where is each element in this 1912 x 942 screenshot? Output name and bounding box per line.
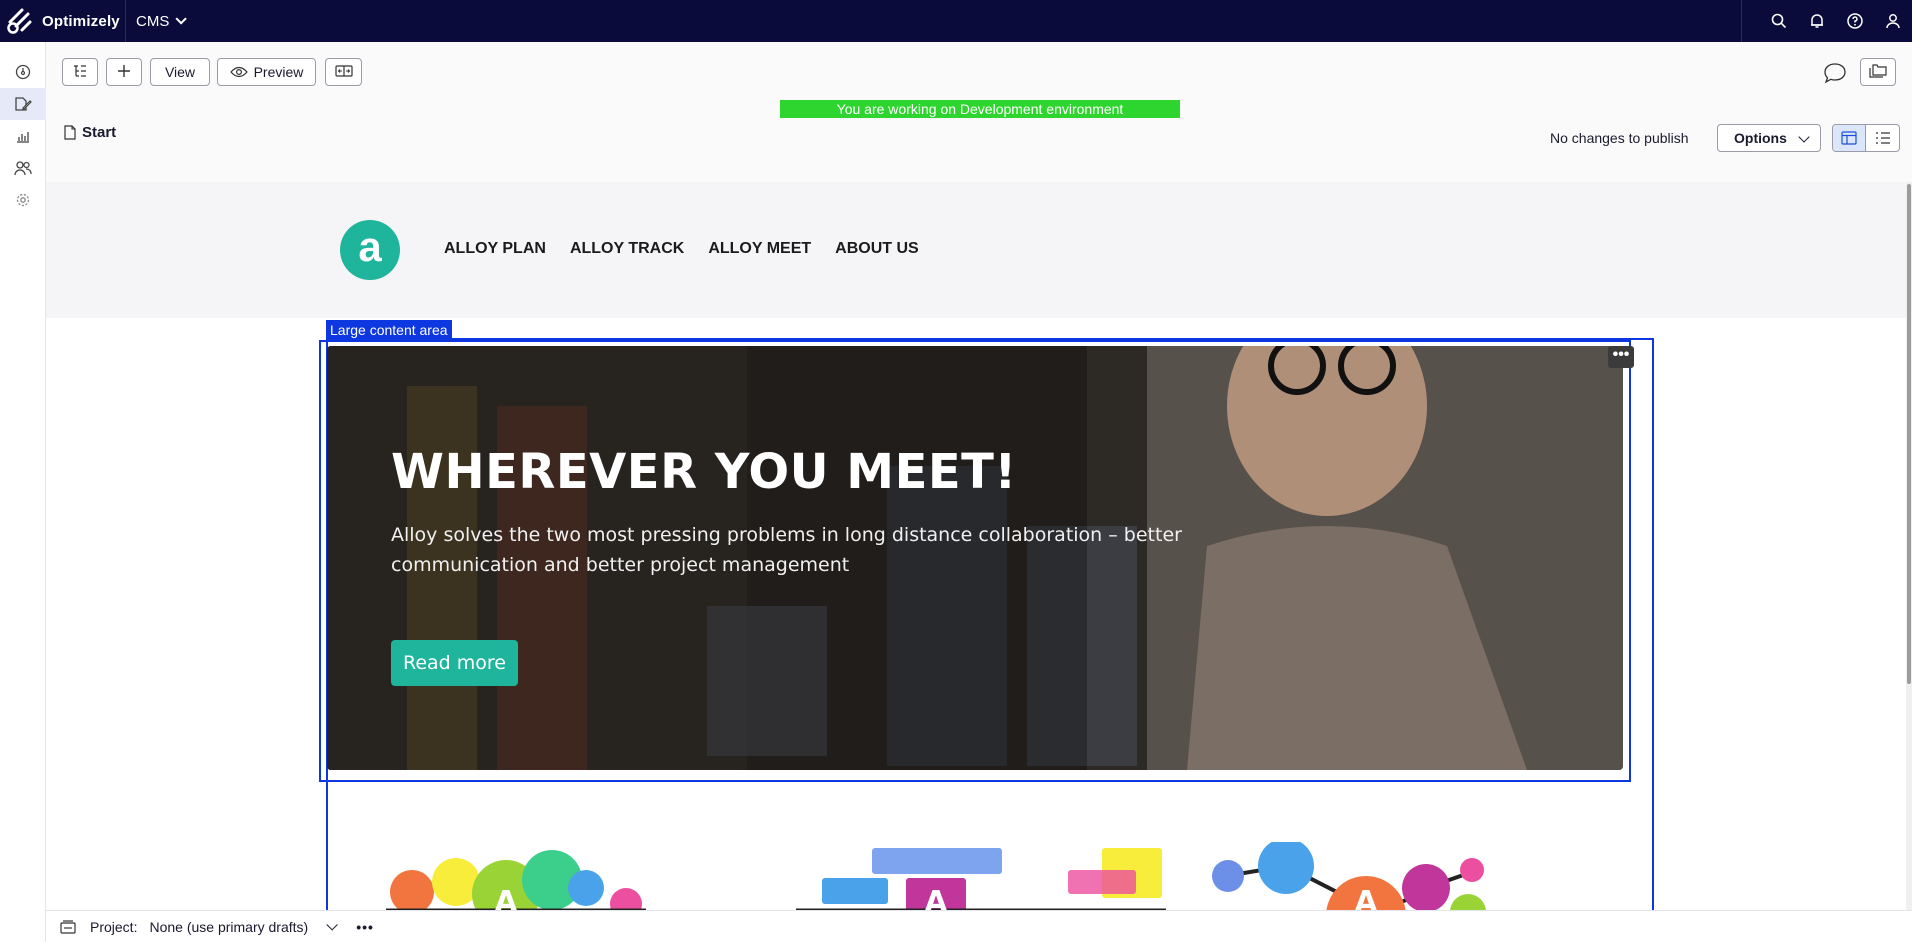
svg-text:A: A xyxy=(924,885,948,910)
global-actions xyxy=(1741,0,1912,42)
help-icon[interactable] xyxy=(1836,0,1874,42)
svg-text:A: A xyxy=(1354,885,1378,910)
nav-item-alloy-plan[interactable]: ALLOY PLAN xyxy=(444,240,546,258)
project-bar: Project: None (use primary drafts) ••• xyxy=(46,910,1912,942)
dashboard-icon[interactable] xyxy=(0,56,46,88)
bell-icon[interactable] xyxy=(1798,0,1836,42)
app-switcher[interactable]: CMS xyxy=(126,12,188,30)
preview-button[interactable]: Preview xyxy=(217,58,316,86)
app-name: CMS xyxy=(136,12,170,30)
options-label: Options xyxy=(1734,130,1787,146)
chevron-down-icon[interactable] xyxy=(326,918,338,931)
add-content-button[interactable] xyxy=(106,58,142,86)
page-tree-icon xyxy=(72,64,88,81)
project-selector[interactable]: None (use primary drafts) xyxy=(149,919,308,935)
content-area-label: Large content area xyxy=(326,320,452,340)
plan-illustration: A xyxy=(386,850,646,910)
project-icon xyxy=(60,919,76,934)
brand-name: Optimizely xyxy=(42,12,120,30)
compare-icon xyxy=(334,64,353,80)
nav-item-about-us[interactable]: ABOUT US xyxy=(835,240,919,258)
options-button[interactable]: Options xyxy=(1717,124,1821,152)
alloy-logo[interactable]: a xyxy=(340,220,400,280)
publish-status: No changes to publish xyxy=(1550,130,1689,146)
view-button[interactable]: View xyxy=(150,58,210,86)
folders-icon xyxy=(1869,63,1887,81)
page-icon xyxy=(64,125,76,140)
breadcrumb: Start xyxy=(64,124,116,141)
more-options-icon[interactable]: ••• xyxy=(356,919,374,935)
all-properties-icon[interactable] xyxy=(1866,125,1899,151)
user-icon[interactable] xyxy=(1874,0,1912,42)
left-rail xyxy=(0,42,46,942)
view-mode-toggle xyxy=(1832,124,1900,152)
nav-item-alloy-track[interactable]: ALLOY TRACK xyxy=(570,240,684,258)
svg-text:A: A xyxy=(494,885,518,910)
vertical-scrollbar[interactable] xyxy=(1906,182,1912,910)
project-label: Project: xyxy=(90,918,138,935)
track-illustration: A xyxy=(796,848,1166,910)
block-menu-button[interactable]: ••• xyxy=(1608,346,1634,368)
search-icon[interactable] xyxy=(1760,0,1798,42)
feature-illustrations: A A A xyxy=(386,842,1486,910)
page-tree-button[interactable] xyxy=(62,58,98,86)
preview-label: Preview xyxy=(253,64,304,80)
settings-icon[interactable] xyxy=(0,184,46,216)
chevron-down-icon xyxy=(175,13,188,25)
nav-item-alloy-meet[interactable]: ALLOY MEET xyxy=(708,240,811,258)
plus-icon xyxy=(117,64,131,81)
comments-icon[interactable] xyxy=(1823,62,1847,87)
optimizely-logo-icon xyxy=(4,6,34,36)
on-page-edit-icon[interactable] xyxy=(1833,125,1867,151)
hero-text: Alloy solves the two most pressing probl… xyxy=(391,524,1182,576)
assets-pane-button[interactable] xyxy=(1860,58,1896,86)
hero-title: WHEREVER YOU MEET! xyxy=(391,444,1017,500)
meet-illustration: A xyxy=(1212,842,1486,910)
users-icon[interactable] xyxy=(0,152,46,184)
brand[interactable]: Optimizely xyxy=(0,0,126,42)
read-more-button[interactable]: Read more xyxy=(391,640,518,686)
environment-banner: You are working on Development environme… xyxy=(780,100,1180,118)
preview-canvas: a ALLOY PLAN ALLOY TRACK ALLOY MEET ABOU… xyxy=(46,182,1912,910)
hero-block[interactable]: WHEREVER YOU MEET! Alloy solves the two … xyxy=(327,346,1623,770)
top-navigation-bar: Optimizely CMS xyxy=(0,0,1912,42)
chevron-down-icon xyxy=(1798,131,1810,143)
analytics-icon[interactable] xyxy=(0,120,46,152)
eye-icon xyxy=(229,66,248,78)
compare-button[interactable] xyxy=(325,58,362,86)
editor-toolbar: View Preview You are working on Developm… xyxy=(46,42,1912,182)
page-title: Start xyxy=(82,124,117,141)
edit-icon[interactable] xyxy=(0,88,46,120)
site-navigation: ALLOY PLAN ALLOY TRACK ALLOY MEET ABOUT … xyxy=(444,240,919,258)
site-header: a ALLOY PLAN ALLOY TRACK ALLOY MEET ABOU… xyxy=(46,182,1906,318)
scrollbar-thumb[interactable] xyxy=(1907,184,1911,684)
